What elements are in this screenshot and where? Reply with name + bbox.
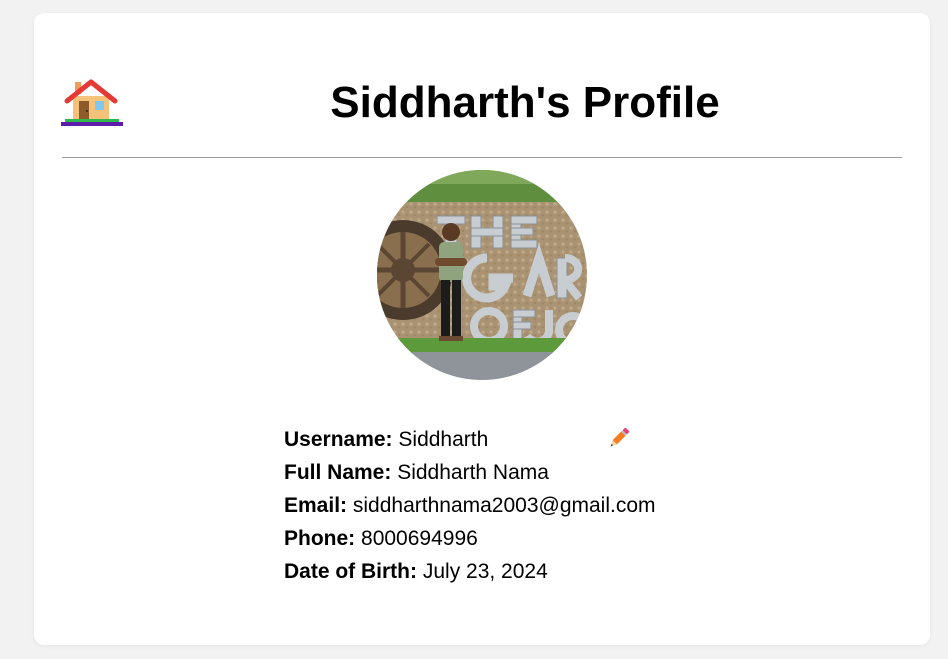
phone-value: 8000694996: [361, 527, 478, 550]
date-of-birth-label: Date of Birth:: [284, 560, 417, 583]
email-label: Email:: [284, 494, 348, 517]
date-of-birth-row: Date of Birth: July 23, 2024: [284, 555, 764, 588]
full-name-row: Full Name: Siddharth Nama: [284, 456, 764, 489]
username-row: Username: Siddharth: [284, 423, 764, 456]
full-name-value: Siddharth Nama: [397, 461, 549, 484]
avatar: [377, 170, 587, 380]
profile-card: Siddharth's Profile Username: Siddharth …: [34, 13, 930, 645]
phone-row: Phone: 8000694996: [284, 522, 764, 555]
header-divider: [62, 157, 902, 158]
date-of-birth-value: July 23, 2024: [422, 560, 548, 583]
email-row: Email: siddharthnama2003@gmail.com: [284, 489, 764, 522]
username-label: Username:: [284, 428, 393, 451]
full-name-label: Full Name:: [284, 461, 392, 484]
phone-label: Phone:: [284, 527, 356, 550]
username-value: Siddharth: [398, 428, 489, 451]
page-title: Siddharth's Profile: [330, 78, 720, 127]
email-value: siddharthnama2003@gmail.com: [352, 494, 656, 517]
profile-details: Username: Siddharth Full Name: Siddharth…: [284, 423, 764, 588]
edit-profile-button[interactable]: [606, 425, 632, 451]
pencil-icon: [610, 427, 630, 447]
